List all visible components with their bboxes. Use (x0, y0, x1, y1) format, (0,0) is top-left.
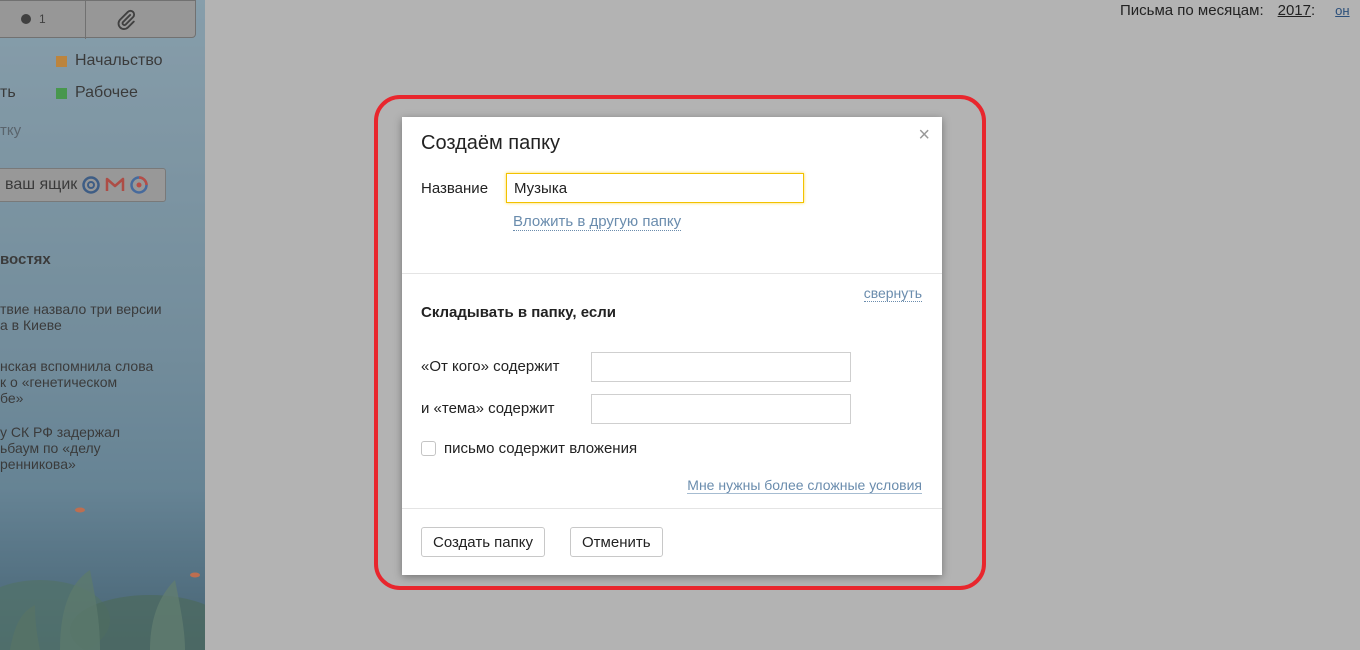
year-suffix: : (1311, 2, 1316, 19)
nest-folder-link[interactable]: Вложить в другую папку (513, 213, 682, 231)
year-link[interactable]: 2017 (1278, 2, 1311, 19)
subject-condition-label: и «тема» содержит (421, 400, 555, 417)
folder-name-label: Название (421, 180, 489, 197)
sidebar-dim-overlay (0, 0, 205, 650)
from-condition-input[interactable] (591, 352, 851, 382)
rules-heading: Складывать в папку, если (421, 304, 616, 321)
complex-conditions-link[interactable]: Мне нужны более сложные условия (687, 477, 922, 494)
from-condition-label: «От кого» содержит (421, 358, 560, 375)
create-folder-dialog: Создаём папку × Название Вложить в другу… (402, 117, 942, 575)
collapse-link[interactable]: свернуть (863, 285, 922, 302)
month-stats: Письма по месяцам: 2017: он (1120, 2, 1350, 19)
create-folder-button[interactable]: Создать папку (421, 527, 545, 557)
attachment-label: письмо содержит вложения (444, 440, 638, 457)
close-icon[interactable]: × (918, 125, 930, 145)
subject-condition-input[interactable] (591, 394, 851, 424)
dialog-footer-divider (402, 508, 942, 509)
month-stats-label: Письма по месяцам: (1120, 2, 1264, 19)
more-link[interactable]: он (1335, 3, 1349, 18)
attachment-checkbox-row[interactable]: письмо содержит вложения (421, 440, 637, 457)
dialog-divider (402, 273, 942, 274)
attachment-checkbox[interactable] (421, 441, 436, 456)
dialog-title: Создаём папку (421, 132, 561, 154)
sidebar: 1 Начальство ть Рабочее тку ваш ящик вос… (0, 0, 205, 650)
folder-name-input[interactable] (506, 173, 804, 203)
cancel-button[interactable]: Отменить (570, 527, 663, 557)
